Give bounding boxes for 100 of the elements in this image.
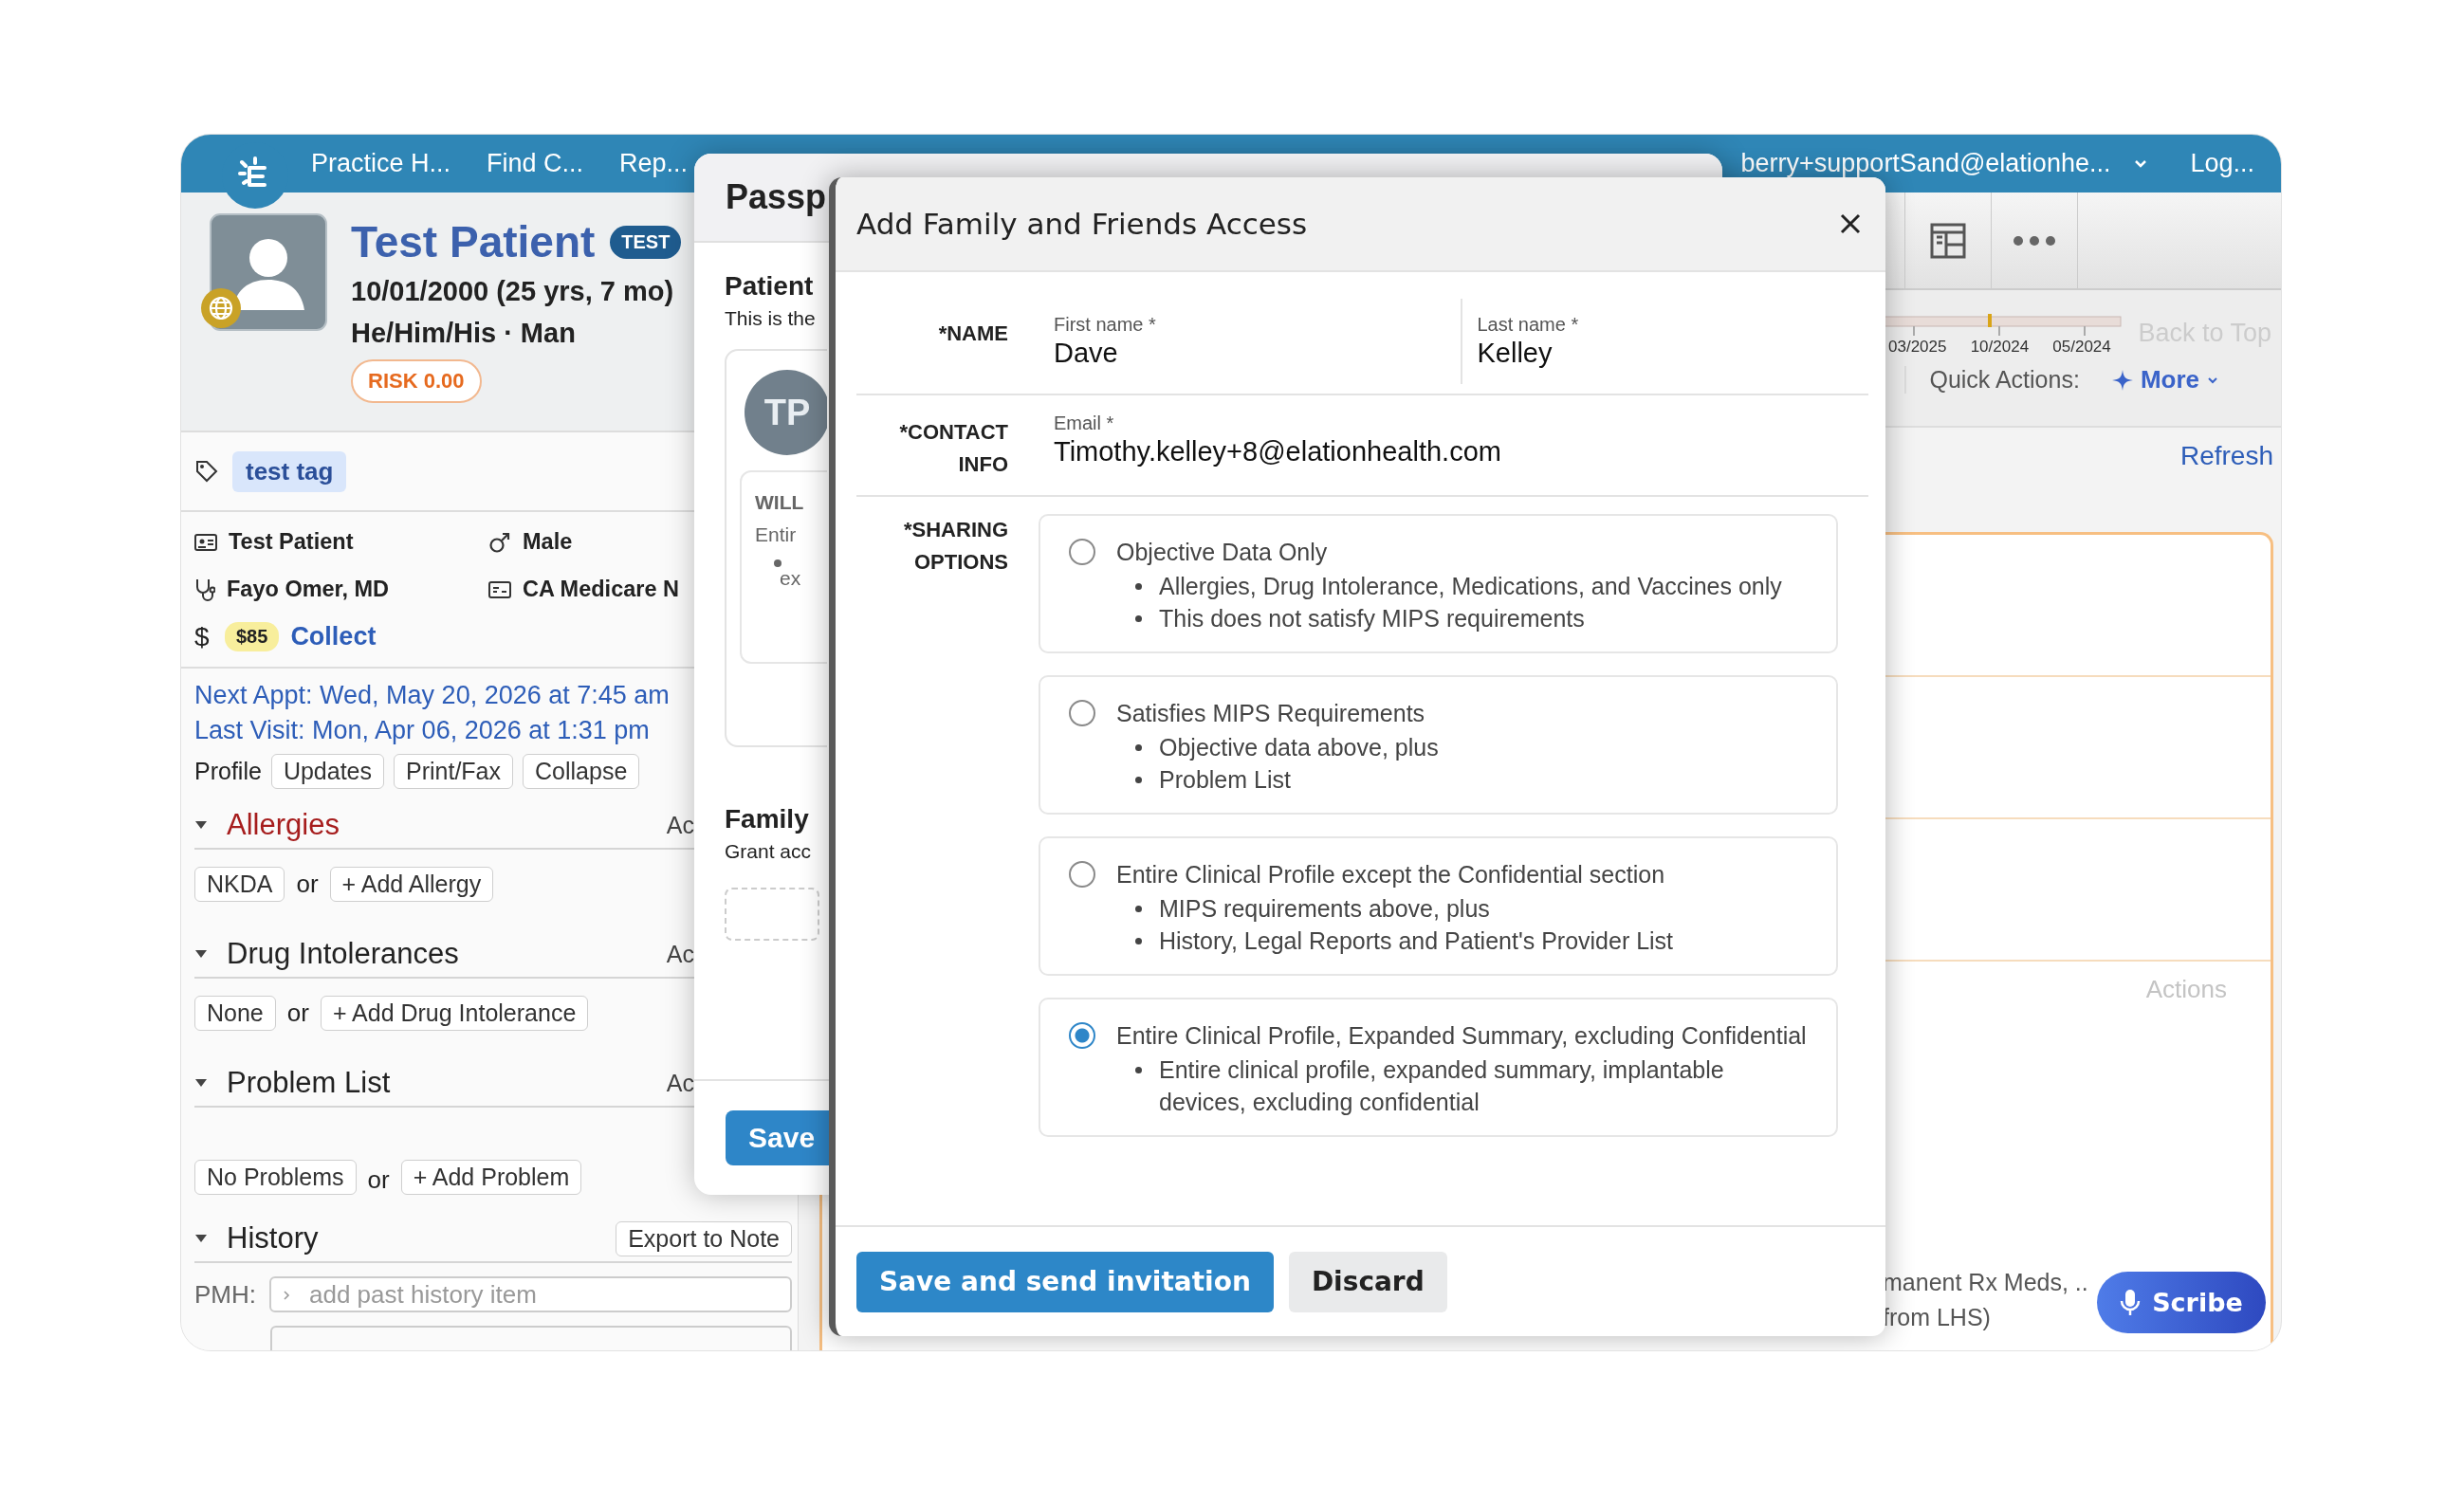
add-link[interactable]: Ac (666, 811, 694, 839)
email-input[interactable]: Timothy.kelley+8@elationhealth.com (1054, 434, 1868, 468)
bullet-icon (1135, 744, 1142, 751)
field-label: Email * (1054, 412, 1115, 434)
card-title: WILL (755, 491, 805, 514)
scribe-button[interactable]: Scribe (2097, 1272, 2266, 1333)
male-symbol-icon (488, 530, 511, 554)
timeline-label: 03/2025 (1888, 338, 1947, 357)
or-text: or (286, 998, 309, 1028)
logout-link[interactable]: Log... (2190, 149, 2254, 178)
option-detail: Entire clinical profile, expanded summary, implantable devices, excluding confidential (1159, 1055, 1725, 1117)
caret-down-icon[interactable] (194, 949, 208, 959)
sharing-option[interactable]: Entire Clinical Profile, Expanded Summary, excluding Confidential Entire clinical profile, expanded summary, implantable devices, excluding confidential (1039, 998, 1838, 1137)
option-detail: This does not satisfy MIPS requirements (1159, 604, 1585, 633)
bullet-icon (1135, 777, 1142, 783)
option-detail: History, Legal Reports and Patient's Provider List (1159, 926, 1674, 956)
section-title: Patient (725, 271, 815, 302)
caret-down-icon[interactable] (194, 1078, 208, 1088)
option-title: Satisfies MIPS Requirements (1116, 699, 1426, 728)
timeline-label: 05/2024 (2052, 338, 2111, 357)
add-link[interactable]: Ac (666, 1069, 694, 1097)
layout-icon[interactable] (1929, 221, 1967, 260)
card-text: Entir (755, 523, 798, 546)
status-button[interactable]: No Problems (194, 1160, 357, 1195)
caret-down-icon[interactable] (194, 820, 208, 830)
info-text: CA Medicare N (523, 577, 679, 602)
send-invitation-button[interactable]: Save and send invitation (856, 1251, 1274, 1312)
discard-button[interactable]: Discard (1288, 1251, 1447, 1312)
status-button[interactable]: None (194, 995, 276, 1031)
user-menu[interactable]: berry+supportSand@elationhe... (1740, 149, 2111, 178)
last-name-input[interactable]: Kelley (1477, 336, 1868, 369)
microphone-icon (2120, 1288, 2142, 1317)
profile-button[interactable]: Print/Fax (394, 754, 514, 789)
radio-button[interactable] (1069, 700, 1095, 726)
pmh-label: PMH: (194, 1279, 256, 1310)
birth-date: 10/01/2000 (25 yrs, 7 mo) (351, 275, 674, 308)
bullet-icon (774, 559, 781, 567)
description-text: Grant acc (725, 840, 813, 863)
export-button[interactable]: Export to Note (616, 1220, 792, 1256)
quick-actions-label: Quick Actions: (1904, 366, 2080, 394)
sharing-option[interactable]: Objective Data Only Allergies, Drug Intolerance, Medications, and Vaccines only This does not satisfy MIPS requirements (1039, 514, 1838, 653)
test-badge: TEST (610, 225, 682, 259)
sharing-option[interactable]: Entire Clinical Profile except the Confidential section MIPS requirements above, plus History, Legal Reports and Patient's Provider List (1039, 836, 1838, 976)
profile-button[interactable]: Updates (270, 754, 384, 789)
gender-identity: He/Him/His · Man (351, 317, 576, 350)
close-icon[interactable] (1840, 213, 1861, 234)
option-title: Objective Data Only (1116, 538, 1329, 567)
nav-link[interactable]: Practice H... (311, 149, 451, 178)
info-text: Fayo Omer, MD (227, 577, 390, 602)
more-icon[interactable] (2012, 234, 2057, 247)
option-detail: Objective data above, plus (1159, 733, 1439, 762)
caret-down-icon[interactable] (194, 1234, 208, 1243)
bullet-icon (1135, 906, 1142, 912)
collect-link[interactable]: Collect (290, 622, 377, 651)
add-button[interactable]: + Add Allergy (329, 866, 494, 902)
nav-link[interactable]: Rep... (619, 149, 689, 178)
dollar-icon: $ (194, 621, 213, 652)
radio-button[interactable] (1069, 861, 1095, 888)
actions-label: Actions (2145, 975, 2227, 1004)
option-detail: Allergies, Drug Intolerance, Medications, and Vaccines only (1159, 572, 1782, 601)
input-field[interactable] (270, 1326, 792, 1350)
profile-button[interactable]: Collapse (523, 754, 640, 789)
bullet-icon (1135, 1067, 1142, 1073)
more-button[interactable]: More (2105, 364, 2224, 395)
bullet-icon (1135, 583, 1142, 590)
option-title: Entire Clinical Profile except the Confidential section (1116, 860, 1666, 889)
modal-title: Passp (726, 177, 827, 217)
section-title: Family (725, 804, 810, 834)
add-button[interactable]: + Add Drug Intolerance (320, 995, 589, 1031)
section-title: Drug Intolerances (227, 937, 459, 971)
radio-button[interactable] (1069, 1022, 1095, 1049)
section-title: Allergies (227, 808, 340, 842)
status-button[interactable]: NKDA (194, 866, 285, 902)
bullet-icon (1135, 938, 1142, 944)
sparkle-icon (2111, 369, 2133, 391)
refresh-link[interactable]: Refresh (2179, 441, 2273, 532)
add-button[interactable]: + Add Problem (400, 1160, 582, 1195)
initials-avatar: TP (745, 370, 827, 455)
field-label: *SHARING OPTIONS (903, 517, 1008, 576)
dialog-title: Add Family and Friends Access (856, 207, 1308, 241)
id-card-icon (194, 532, 217, 552)
first-name-input[interactable]: Dave (1054, 336, 1445, 369)
nav-link[interactable]: Find C... (487, 149, 584, 178)
field-label: *CONTACT INFO (898, 419, 1008, 478)
option-title: Entire Clinical Profile, Expanded Summary, excluding Confidential (1116, 1021, 1808, 1051)
or-text: or (296, 869, 319, 899)
insurance-card-icon (488, 579, 511, 599)
chevron-down-icon (2207, 376, 2218, 384)
history-input[interactable]: add past history item (269, 1276, 792, 1312)
patient-name: Test Patient (351, 216, 596, 268)
info-text: Male (523, 529, 573, 555)
section-title: History (227, 1221, 319, 1256)
add-link[interactable]: Ac (666, 940, 694, 968)
chevron-down-icon[interactable] (2133, 157, 2149, 170)
field-label: *NAME (937, 321, 1008, 347)
field-label: Last name * (1477, 314, 1580, 336)
profile-label: Profile (194, 758, 262, 785)
patient-tag[interactable]: test tag (232, 450, 347, 492)
sharing-option[interactable]: Satisfies MIPS Requirements Objective data above, plus Problem List (1039, 675, 1838, 815)
radio-button[interactable] (1069, 539, 1095, 565)
